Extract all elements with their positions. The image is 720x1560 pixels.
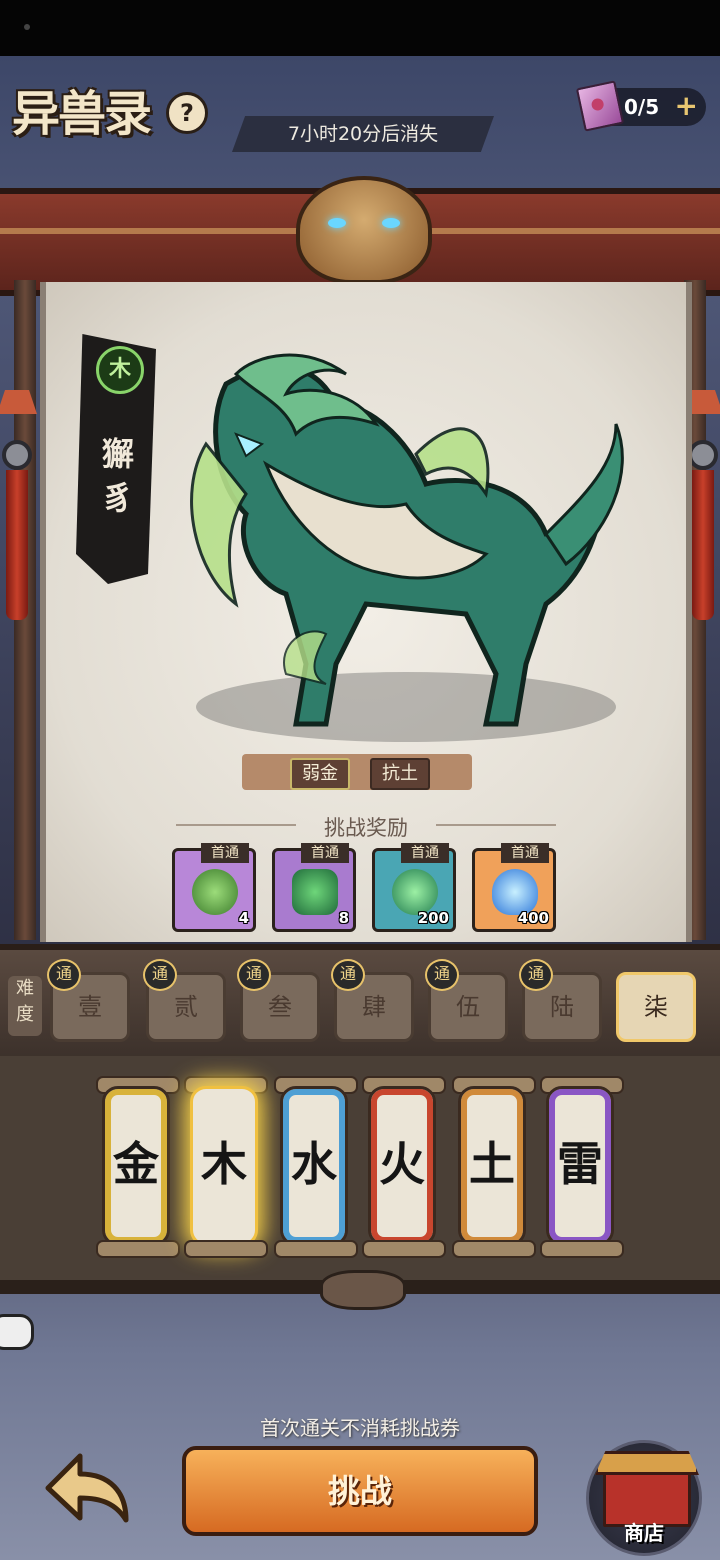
add-ticket-icon[interactable]: + (675, 90, 698, 122)
difficulty-5[interactable]: 通伍 (425, 959, 508, 1042)
cleared-badge: 通 (331, 959, 365, 991)
beast-fragment-icon (292, 869, 338, 915)
first-clear-tag: 首通 (201, 843, 249, 863)
status-bar (0, 0, 720, 56)
cleared-badge: 通 (425, 959, 459, 991)
beast-illustration (190, 353, 624, 727)
ticket-count: 0/5 (624, 95, 660, 119)
cleared-badge: 通 (237, 959, 271, 991)
mask-eye (328, 218, 346, 228)
back-arrow-icon[interactable] (40, 1448, 130, 1528)
difficulty-7[interactable]: 柒 (616, 972, 696, 1042)
reward-item[interactable]: 首通 400 (472, 843, 556, 932)
mask-eye (382, 218, 400, 228)
cleared-badge: 通 (143, 959, 177, 991)
trait-weakness: 弱金 (290, 758, 350, 790)
trait-resistance: 抗土 (370, 758, 430, 790)
element-scroll-wood[interactable]: 木 (184, 1076, 268, 1258)
first-clear-tag: 首通 (501, 843, 549, 863)
difficulty-3[interactable]: 通叁 (237, 959, 320, 1042)
right-tassel (683, 390, 720, 640)
shop-button[interactable]: 商店 (586, 1440, 702, 1556)
page-title: 异兽录 (12, 86, 152, 142)
reward-qty: 200 (417, 909, 449, 927)
element-scroll-fire[interactable]: 火 (362, 1076, 446, 1258)
reward-item[interactable]: 首通 4 (172, 843, 256, 932)
first-clear-tag: 首通 (401, 843, 449, 863)
beast-name: 獬豸 (101, 435, 134, 517)
element-glyph: 金 (113, 1137, 159, 1191)
ticket-icon (575, 80, 625, 132)
difficulty-2[interactable]: 通贰 (143, 959, 226, 1042)
beast-traits: 弱金 抗土 (242, 754, 472, 790)
cleared-badge: 通 (47, 959, 81, 991)
element-glyph: 土 (469, 1137, 515, 1191)
difficulty-6[interactable]: 通陆 (519, 959, 602, 1042)
reward-qty: 4 (238, 909, 249, 927)
left-tassel (0, 390, 37, 640)
difficulty-1[interactable]: 通壹 (47, 959, 130, 1042)
element-glyph: 雷 (557, 1137, 603, 1191)
reward-item[interactable]: 首通 200 (372, 843, 456, 932)
challenge-ticket-counter[interactable]: 0/5 + (575, 80, 706, 132)
beast-mask-ornament (296, 176, 432, 284)
beast-scroll-panel: 木 獬豸 弱金 抗土 挑战奖励 首通 4 首通 8 首通 200 首通 400 (40, 282, 692, 942)
reward-title: 挑战奖励 (324, 816, 408, 840)
element-glyph: 木 (201, 1137, 247, 1191)
element-glyph: 水 (291, 1137, 337, 1191)
reward-item[interactable]: 首通 8 (272, 843, 356, 932)
difficulty-label: 难度 (8, 976, 42, 1036)
cleared-badge: 通 (519, 959, 553, 991)
bar-ornament (320, 1270, 406, 1310)
help-button[interactable]: ? (166, 92, 208, 134)
difficulty-4[interactable]: 通肆 (331, 959, 414, 1042)
shop-roof (595, 1451, 699, 1475)
element-glyph: 火 (379, 1137, 425, 1191)
first-clear-tag: 首通 (301, 843, 349, 863)
element-scroll-earth[interactable]: 土 (452, 1076, 536, 1258)
shop-label: 商店 (624, 1521, 664, 1545)
expire-timer: 7小时20分后消失 (232, 116, 494, 152)
element-scroll-water[interactable]: 水 (274, 1076, 358, 1258)
chat-icon[interactable] (0, 1314, 34, 1350)
reward-qty: 400 (517, 909, 549, 927)
reward-qty: 8 (338, 909, 349, 927)
challenge-button[interactable]: 挑战 (182, 1446, 538, 1536)
element-badge: 木 (96, 346, 144, 394)
element-scroll-metal[interactable]: 金 (96, 1076, 180, 1258)
first-clear-hint: 首次通关不消耗挑战券 (260, 1416, 460, 1440)
green-egg-icon (192, 869, 238, 915)
camera-dot (24, 24, 30, 30)
element-scroll-thunder[interactable]: 雷 (540, 1076, 624, 1258)
